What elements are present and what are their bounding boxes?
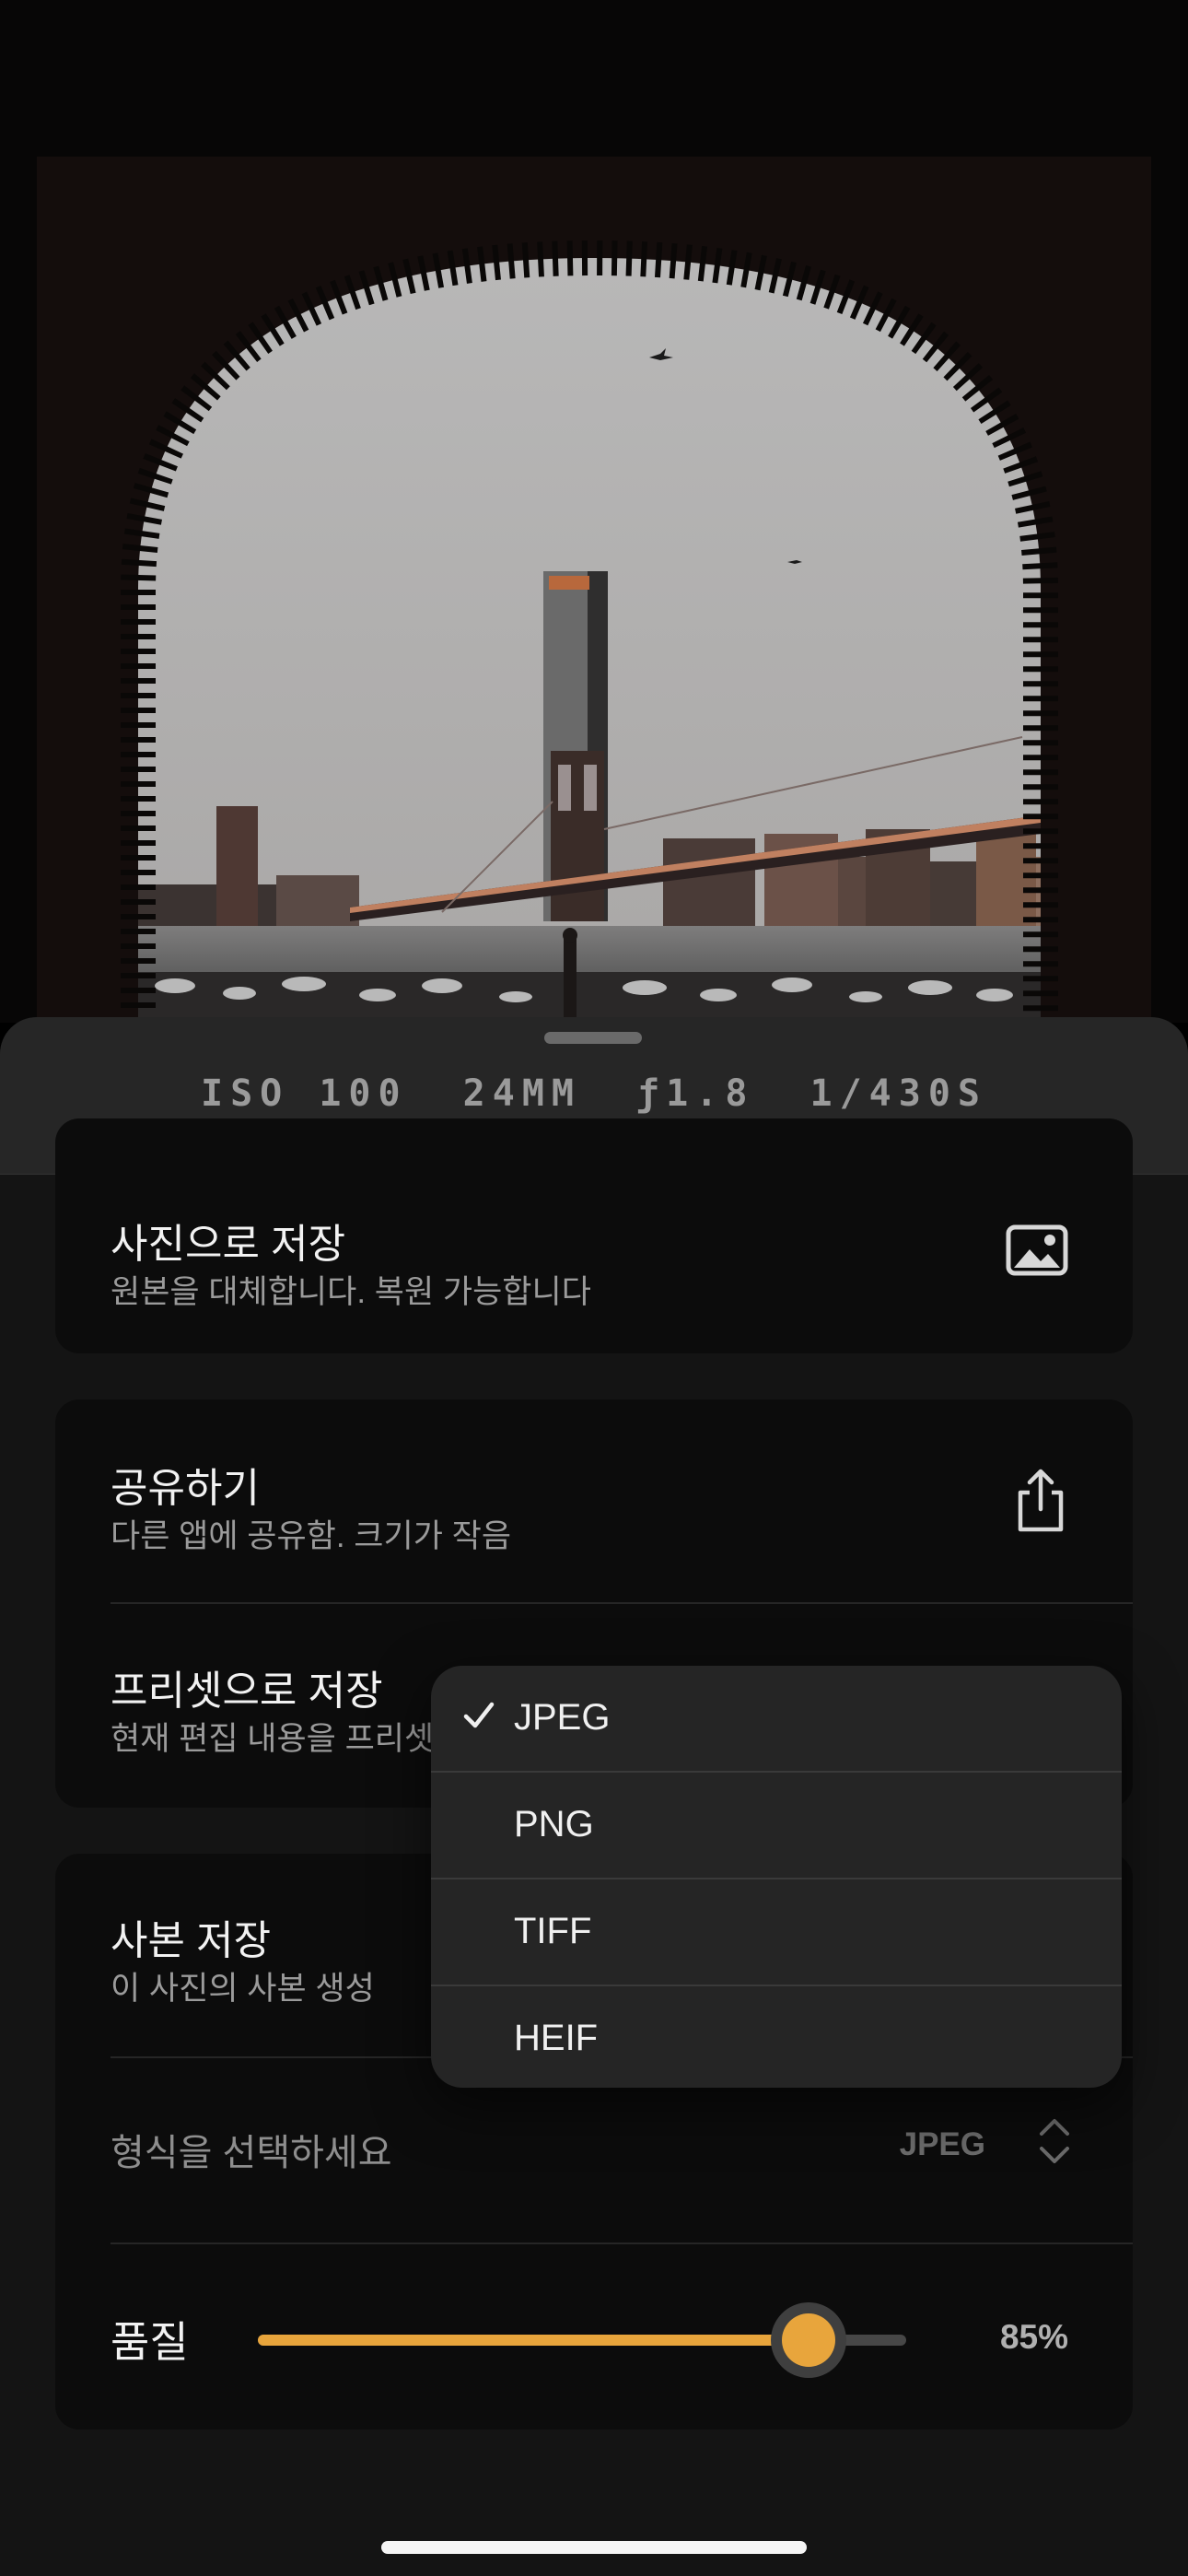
format-option-png[interactable]: PNG — [431, 1773, 1122, 1879]
quality-row: 품질 85% — [55, 2244, 1133, 2430]
exif-aperture: ƒ1.8 — [636, 1072, 755, 1115]
copy-subtitle: 이 사진의 사본 생성 — [111, 1971, 375, 2007]
format-option-label: JPEG — [514, 1697, 611, 1738]
share-row[interactable]: 공유하기 다른 앱에 공유함. 크기가 작음 — [55, 1399, 1133, 1602]
save-photo-row[interactable]: 사진으로 저장 원본을 대체합니다. 복원 가능합니다 — [55, 1118, 1133, 1353]
save-photo-card: 사진으로 저장 원본을 대체합니다. 복원 가능합니다 — [55, 1118, 1133, 1353]
chevron-updown-icon[interactable] — [1036, 2115, 1073, 2172]
quality-slider-fill — [258, 2335, 809, 2346]
quality-slider-knob[interactable] — [771, 2302, 847, 2378]
home-indicator[interactable] — [381, 2541, 807, 2554]
exif-iso: ISO 100 — [200, 1072, 408, 1115]
share-subtitle: 다른 앱에 공유함. 크기가 작음 — [111, 1518, 512, 1554]
sheet-grabber[interactable] — [544, 1032, 642, 1044]
share-title: 공유하기 — [111, 1466, 260, 1511]
exif-shutter: 1/430S — [809, 1072, 987, 1115]
quality-slider[interactable] — [258, 2302, 906, 2378]
format-label: 형식을 선택하세요 — [111, 2133, 392, 2173]
format-option-label: HEIF — [514, 2018, 599, 2058]
checkmark-icon — [463, 1702, 495, 1728]
exif-focal: 24MM — [462, 1072, 581, 1115]
preset-subtitle: 현재 편집 내용을 프리셋 — [111, 1721, 435, 1757]
quality-value: 85% — [999, 2318, 1068, 2356]
quality-label: 품질 — [111, 2318, 189, 2366]
preset-title: 프리셋으로 저장 — [111, 1669, 383, 1714]
format-option-label: PNG — [514, 1804, 594, 1844]
format-option-label: TIFF — [514, 1911, 592, 1951]
save-photo-title: 사진으로 저장 — [111, 1222, 346, 1267]
photo-icon — [1006, 1224, 1068, 1281]
exif-info: ISO 100 24MM ƒ1.8 1/430S — [0, 1072, 1188, 1115]
save-photo-subtitle: 원본을 대체합니다. 복원 가능합니다 — [111, 1274, 591, 1310]
copy-title: 사본 저장 — [111, 1918, 272, 1963]
format-value[interactable]: JPEG — [900, 2126, 985, 2163]
share-icon — [1013, 1469, 1068, 1538]
format-option-heif[interactable]: HEIF — [431, 1986, 1122, 2088]
format-option-jpeg[interactable]: JPEG — [431, 1666, 1122, 1773]
photo-preview — [0, 0, 1188, 1023]
format-option-tiff[interactable]: TIFF — [431, 1879, 1122, 1986]
format-menu: JPEG PNG TIFF HEIF — [431, 1666, 1122, 2088]
